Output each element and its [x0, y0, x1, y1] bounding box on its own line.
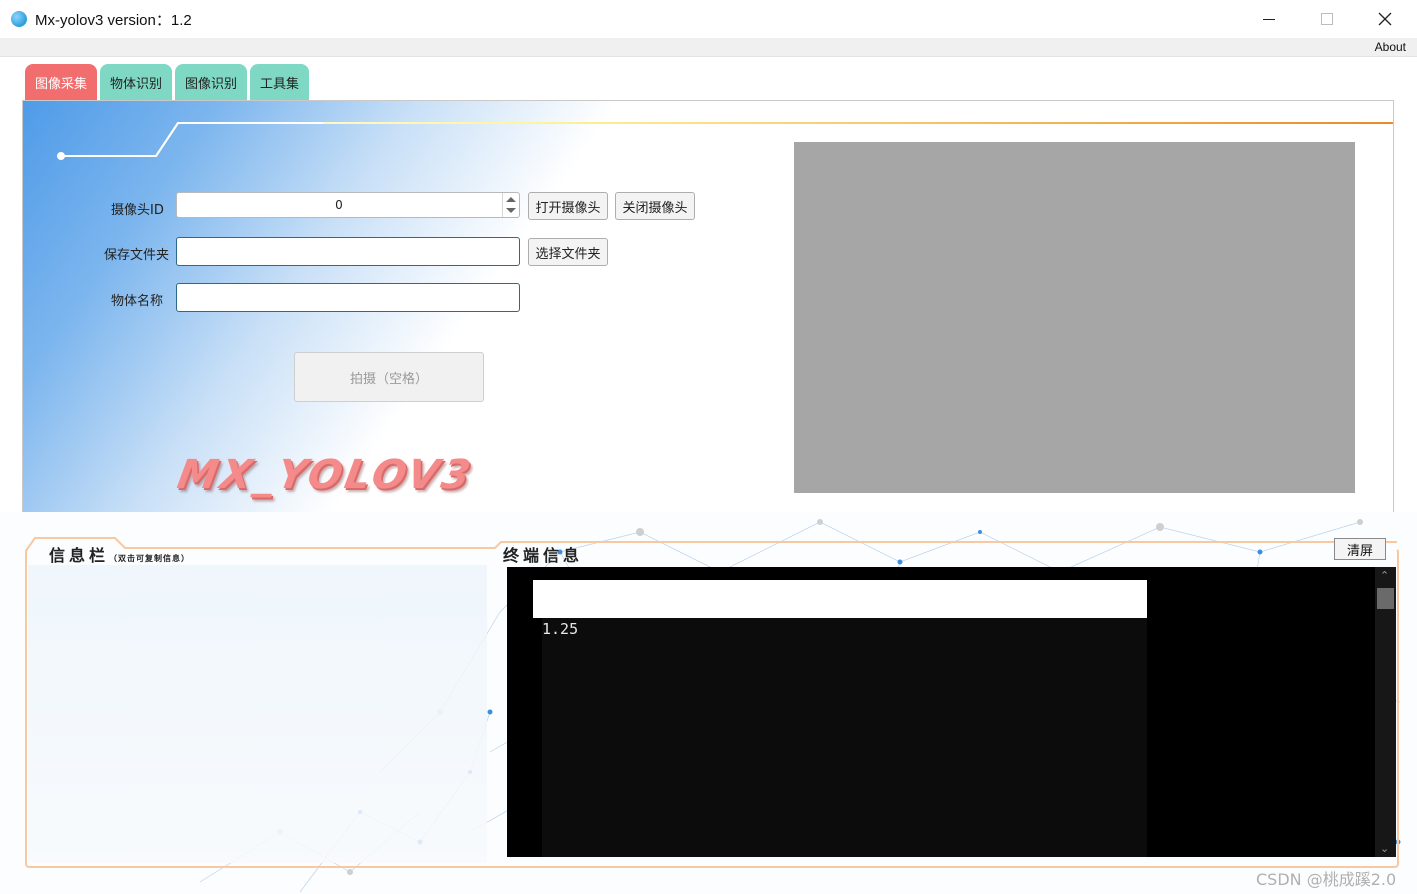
terminal-panel-title: 终端信息	[503, 546, 584, 565]
camera-preview	[794, 142, 1355, 493]
maximize-button[interactable]	[1304, 0, 1350, 38]
terminal-header-area	[533, 580, 1147, 618]
object-name-label: 物体名称	[111, 294, 164, 309]
terminal-inner	[542, 618, 1147, 857]
open-camera-button[interactable]: 打开摄像头	[528, 192, 608, 220]
tab-object-recognition[interactable]: 物体识别	[100, 64, 172, 100]
menu-bar: About	[0, 38, 1417, 57]
close-icon	[1378, 12, 1392, 26]
close-button[interactable]	[1362, 0, 1408, 38]
info-panel-title: 信息栏（双击可复制信息）	[49, 542, 190, 566]
spin-up-icon[interactable]	[506, 197, 516, 202]
tab-toolset[interactable]: 工具集	[250, 64, 309, 100]
window-title: Mx-yolov3 version：1.2	[35, 12, 192, 29]
info-panel-body[interactable]	[28, 565, 487, 863]
frame-top-decoration	[25, 537, 1397, 553]
choose-folder-button[interactable]: 选择文件夹	[528, 238, 608, 266]
info-title-text: 信息栏	[49, 546, 110, 565]
title-bar: Mx-yolov3 version：1.2	[0, 0, 1417, 38]
camera-id-spinbox[interactable]: 0	[176, 192, 520, 218]
scroll-up-icon[interactable]: ⌃	[1380, 569, 1389, 582]
spin-down-icon[interactable]	[506, 208, 516, 213]
camera-id-value: 0	[335, 198, 343, 212]
minimize-button[interactable]	[1246, 0, 1292, 38]
close-camera-button[interactable]: 关闭摄像头	[615, 192, 695, 220]
scroll-thumb[interactable]	[1377, 588, 1394, 609]
terminal-output[interactable]: 1.25	[507, 567, 1396, 857]
camera-id-label: 摄像头ID	[111, 203, 164, 218]
watermark: CSDN @桃成蹊2.0	[1256, 870, 1397, 889]
object-name-input[interactable]	[176, 283, 520, 312]
tab-image-capture[interactable]: 图像采集	[25, 64, 97, 100]
clear-screen-button[interactable]: 清屏	[1334, 538, 1386, 560]
info-subtitle: （双击可复制信息）	[109, 553, 191, 563]
app-globe-icon	[11, 11, 27, 27]
save-folder-label: 保存文件夹	[104, 248, 170, 263]
menu-about[interactable]: About	[1375, 40, 1406, 54]
scroll-down-icon[interactable]: ⌄	[1380, 842, 1389, 855]
spin-arrows[interactable]	[502, 193, 519, 217]
terminal-text: 1.25	[542, 620, 579, 638]
shoot-button[interactable]: 拍摄（空格）	[294, 352, 484, 402]
terminal-scrollbar[interactable]: ⌃ ⌄	[1375, 567, 1396, 857]
brand-logo: MX_YOLOV3	[173, 452, 477, 498]
save-folder-input[interactable]	[176, 237, 520, 266]
tab-image-recognition[interactable]: 图像识别	[175, 64, 247, 100]
